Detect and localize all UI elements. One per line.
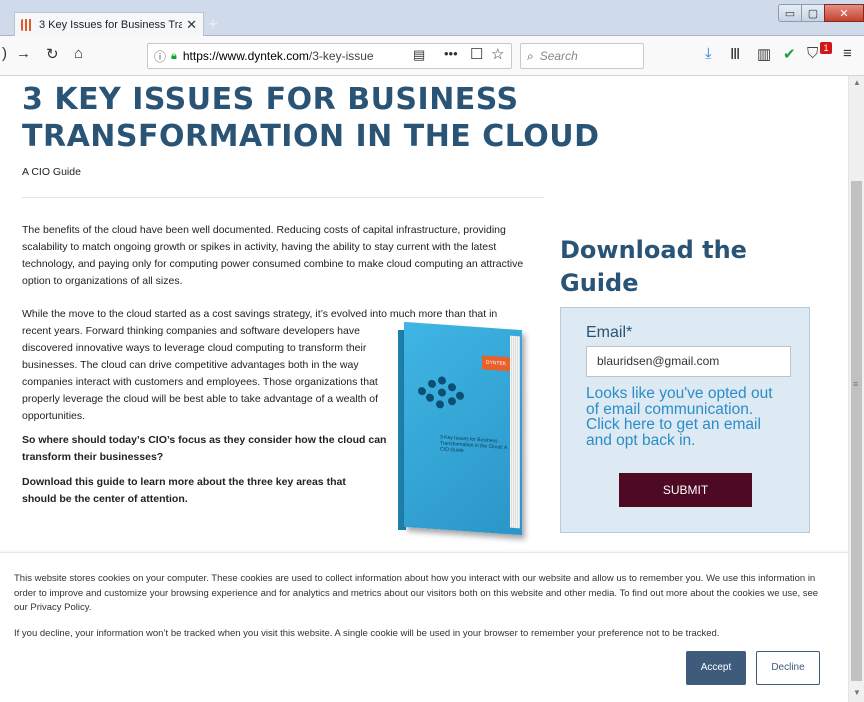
site-info-icon[interactable]: ⓘ [154, 48, 166, 65]
shield-extension-icon[interactable]: ⛉ [807, 45, 818, 62]
book-cover-title: 3 Key Issues for Business Transformation… [440, 434, 508, 455]
reload-icon[interactable]: ↻ [46, 45, 59, 63]
close-window-button[interactable]: ✕ [824, 4, 864, 22]
opt-back-in-link[interactable]: Looks like you've opted out of email com… [586, 386, 786, 448]
navigation-bar: ) → ↻ ⌂ ⓘ 🔒︎ https://www.dyntek.com/3-ke… [0, 36, 864, 76]
second-paragraph: While the move to the cloud started as a… [22, 306, 497, 425]
scroll-down-icon[interactable]: ▼ [853, 688, 861, 697]
search-icon: ⌕ [527, 48, 534, 63]
close-tab-icon[interactable]: ✕ [186, 17, 197, 33]
book-cover: DYNTEK 3 Key Issues for Business Transfo… [404, 321, 522, 536]
home-icon[interactable]: ⌂ [74, 45, 83, 62]
notification-badge: 1 [820, 42, 832, 54]
cookie-decline-text: If you decline, your information won’t b… [14, 628, 720, 639]
maximize-window-button[interactable]: ▢ [801, 4, 825, 22]
cookie-notice-text: This website stores cookies on your comp… [14, 573, 819, 613]
page-subtitle: A CIO Guide [22, 166, 81, 178]
decline-cookies-button[interactable]: Decline [756, 651, 820, 685]
download-cta: Download this guide to learn more about … [22, 476, 346, 505]
search-placeholder: Search [539, 49, 578, 63]
email-label: Email* [586, 324, 633, 341]
tab-title: 3 Key Issues for Business Transf [39, 18, 183, 31]
scroll-up-icon[interactable]: ▲ [853, 78, 861, 87]
back-icon[interactable]: ) [2, 45, 7, 62]
page-content: 3 KEY ISSUES FOR BUSINESS TRANSFORMATION… [0, 76, 848, 702]
new-tab-icon[interactable]: + [208, 14, 219, 35]
cloud-icon [414, 373, 474, 411]
pocket-icon[interactable]: ☐ [470, 45, 483, 63]
browser-tab[interactable]: 3 Key Issues for Business Transf ✕ [14, 12, 204, 36]
page-actions-icon[interactable]: ••• [444, 46, 458, 61]
url-host: https://www.dyntek.com [182, 49, 309, 63]
focus-question: So where should today’s CIO’s focus as t… [22, 434, 387, 463]
forward-icon[interactable]: → [16, 45, 31, 62]
lock-icon[interactable]: 🔒︎ [171, 50, 177, 63]
email-field[interactable]: blauridsen@gmail.com [586, 346, 791, 377]
search-input[interactable]: ⌕ Search [520, 43, 644, 69]
page-scrollbar[interactable]: ▲ ≡ ▼ [848, 76, 864, 702]
site-favicon-icon [21, 18, 33, 31]
second-paragraph-first-line: While the move to the cloud started as a… [22, 308, 498, 320]
scroll-grip-icon: ≡ [853, 379, 859, 389]
menu-icon[interactable]: ≡ [843, 45, 852, 62]
book-pages [510, 335, 520, 529]
download-form: Email* blauridsen@gmail.com Looks like y… [560, 307, 810, 533]
reader-view-icon[interactable]: ▤ [413, 47, 425, 63]
accept-cookies-button[interactable]: Accept [686, 651, 746, 685]
tab-strip: 3 Key Issues for Business Transf ✕ + ▭ ▢… [0, 0, 864, 36]
intro-paragraph: The benefits of the cloud have been well… [22, 224, 524, 287]
submit-button[interactable]: SUBMIT [619, 473, 752, 507]
download-heading: Download the Guide [560, 236, 747, 297]
cookie-banner: This website stores cookies on your comp… [0, 552, 848, 702]
guide-book-image: DYNTEK 3 Key Issues for Business Transfo… [398, 321, 524, 536]
checkmark-extension-icon[interactable]: ✔ [783, 45, 796, 63]
download-icon[interactable]: ⤓ [705, 45, 712, 62]
second-paragraph-rest: recent years. Forward thinking companies… [22, 325, 379, 422]
scrollbar-thumb[interactable] [851, 181, 862, 681]
divider [22, 197, 544, 198]
bookmark-star-icon[interactable]: ☆ [491, 45, 504, 63]
minimize-window-button[interactable]: ▭ [778, 4, 802, 22]
book-logo: DYNTEK [482, 355, 510, 372]
sidebar-icon[interactable]: ▥ [757, 45, 771, 63]
url-path: /3-key-issue [308, 49, 374, 63]
library-icon[interactable]: Ⅲ [730, 45, 740, 63]
page-title: 3 KEY ISSUES FOR BUSINESS TRANSFORMATION… [22, 82, 600, 154]
